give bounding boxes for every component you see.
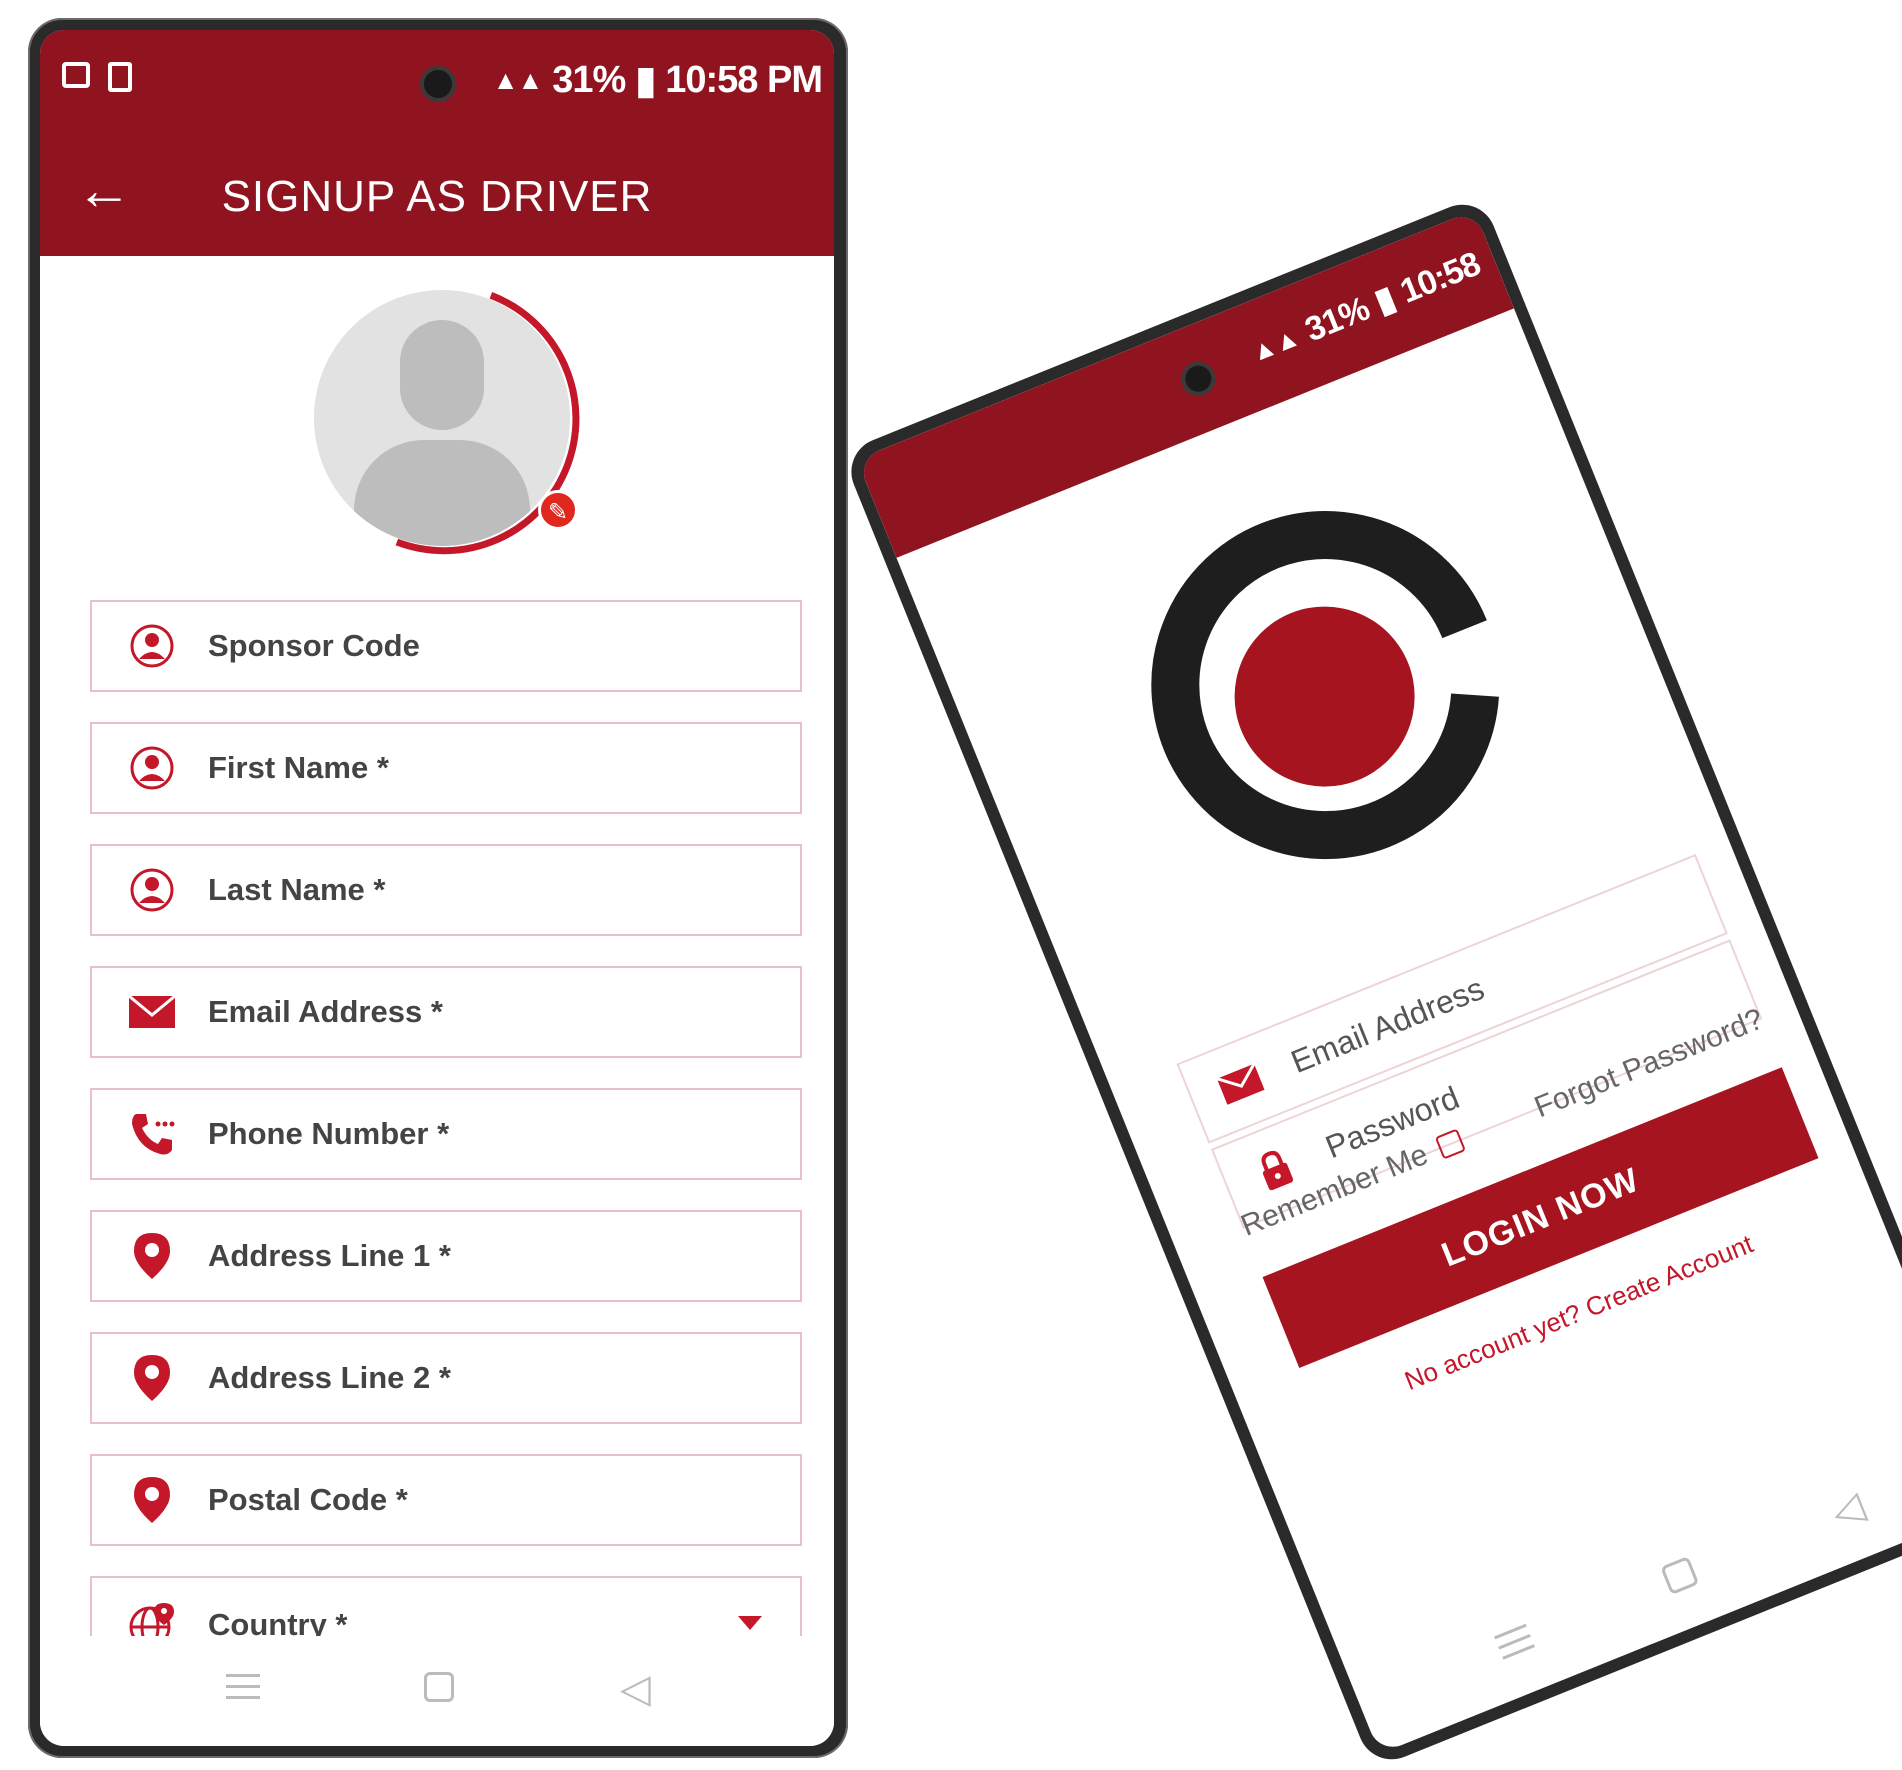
address-line1-field[interactable]: Address Line 1 * — [90, 1210, 802, 1302]
nav-back-icon[interactable]: ◁ — [1825, 1483, 1871, 1537]
field-label: Postal Code * — [208, 1482, 408, 1517]
mail-icon — [122, 995, 182, 1029]
app-bar: ← SIGNUP AS DRIVER — [40, 138, 834, 256]
battery-text: 31% — [1299, 289, 1375, 349]
user-icon — [122, 623, 182, 669]
status-bar: ▲▲ 31% ▮ 10:58 PM — [40, 30, 834, 138]
time-text: 10:58 PM — [665, 59, 823, 101]
user-icon — [122, 867, 182, 913]
app-logo — [1151, 511, 1499, 860]
first-name-field[interactable]: First Name * — [90, 722, 802, 814]
location-pin-icon — [122, 1231, 182, 1281]
field-label: Email Address * — [208, 994, 443, 1029]
edit-photo-icon[interactable]: ✎ — [538, 490, 578, 530]
status-left-icons — [62, 62, 132, 92]
remember-me-checkbox[interactable] — [1435, 1128, 1467, 1160]
last-name-field[interactable]: Last Name * — [90, 844, 802, 936]
field-label: Address Line 1 * — [208, 1238, 451, 1273]
home-icon[interactable] — [424, 1672, 454, 1702]
mail-icon — [1215, 1062, 1267, 1106]
gallery-notification-icon — [62, 62, 90, 88]
dropdown-caret-icon[interactable] — [738, 1616, 762, 1630]
status-right: ▲▲ 31% ▮ 10:58 PM — [492, 58, 823, 103]
signal-icon: ▲▲ — [492, 65, 543, 95]
field-label: Last Name * — [208, 872, 386, 907]
front-camera — [420, 66, 456, 102]
login-phone-frame: ▲▲ 31% ▮ 10:58 Email Address Password Re… — [841, 194, 1902, 1770]
nav-back-icon[interactable]: ◁ — [620, 1666, 651, 1712]
page-title: SIGNUP AS DRIVER — [221, 172, 653, 221]
phone-icon — [122, 1110, 182, 1158]
recent-apps-icon[interactable] — [226, 1674, 260, 1707]
field-label: First Name * — [208, 750, 389, 785]
status-right: ▲▲ 31% ▮ 10:58 — [1244, 244, 1485, 373]
field-label: Phone Number * — [208, 1116, 450, 1151]
sponsor-code-field[interactable]: Sponsor Code — [90, 600, 802, 692]
location-pin-icon — [122, 1475, 182, 1525]
signup-phone: ▲▲ 31% ▮ 10:58 PM ← SIGNUP AS DRIVER ✎ S… — [28, 18, 848, 1758]
system-nav-bar: ◁ — [40, 1636, 834, 1746]
recent-apps-icon[interactable] — [1494, 1623, 1538, 1667]
signal-icon: ▲▲ — [1245, 321, 1304, 368]
address-line2-field[interactable]: Address Line 2 * — [90, 1332, 802, 1424]
login-screen: ▲▲ 31% ▮ 10:58 Email Address Password Re… — [856, 210, 1902, 1754]
system-nav-bar: ◁ — [1342, 1411, 1902, 1754]
signup-screen: ▲▲ 31% ▮ 10:58 PM ← SIGNUP AS DRIVER ✎ S… — [40, 30, 834, 1746]
file-notification-icon — [108, 62, 132, 92]
field-label: Sponsor Code — [208, 628, 420, 663]
battery-icon: ▮ — [1369, 279, 1401, 322]
front-camera — [1176, 356, 1221, 401]
battery-text: 31% — [552, 59, 626, 101]
postal-code-field[interactable]: Postal Code * — [90, 1454, 802, 1546]
location-pin-icon — [122, 1353, 182, 1403]
phone-field[interactable]: Phone Number * — [90, 1088, 802, 1180]
profile-photo[interactable]: ✎ — [302, 278, 582, 558]
time-text: 10:58 — [1394, 244, 1486, 311]
email-field[interactable]: Email Address * — [90, 966, 802, 1058]
home-icon[interactable] — [1660, 1556, 1700, 1596]
login-phone: ▲▲ 31% ▮ 10:58 Email Address Password Re… — [841, 194, 1902, 1770]
field-label: Address Line 2 * — [208, 1360, 451, 1395]
battery-icon: ▮ — [635, 60, 656, 102]
user-icon — [122, 745, 182, 791]
